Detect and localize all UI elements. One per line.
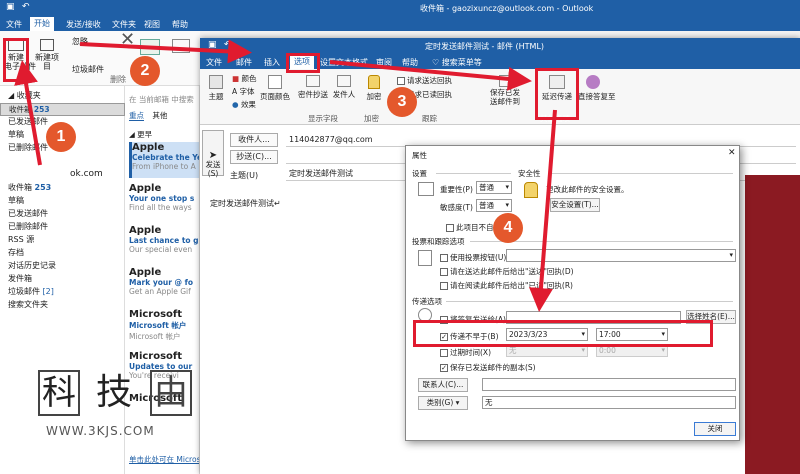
arrow-4 — [528, 109, 557, 312]
arrow-1 — [14, 60, 42, 166]
highlight-options-tab — [286, 53, 320, 73]
watermark-char-1: 科 — [38, 370, 80, 416]
annotation-4: 4 — [493, 213, 523, 243]
watermark-char-2: 技 — [96, 372, 133, 413]
watermark-char-3: 由 — [150, 370, 192, 416]
arrow-3 — [329, 60, 532, 91]
highlight-new-email — [3, 38, 29, 82]
highlight-do-not-deliver — [413, 320, 713, 347]
annotation-1: 1 — [46, 122, 76, 152]
arrow-2 — [79, 39, 252, 64]
annotation-3: 3 — [387, 87, 417, 117]
highlight-delay-delivery — [535, 68, 579, 120]
watermark-url: WWW.3KJS.COM — [46, 424, 155, 438]
annotation-2: 2 — [130, 56, 160, 86]
